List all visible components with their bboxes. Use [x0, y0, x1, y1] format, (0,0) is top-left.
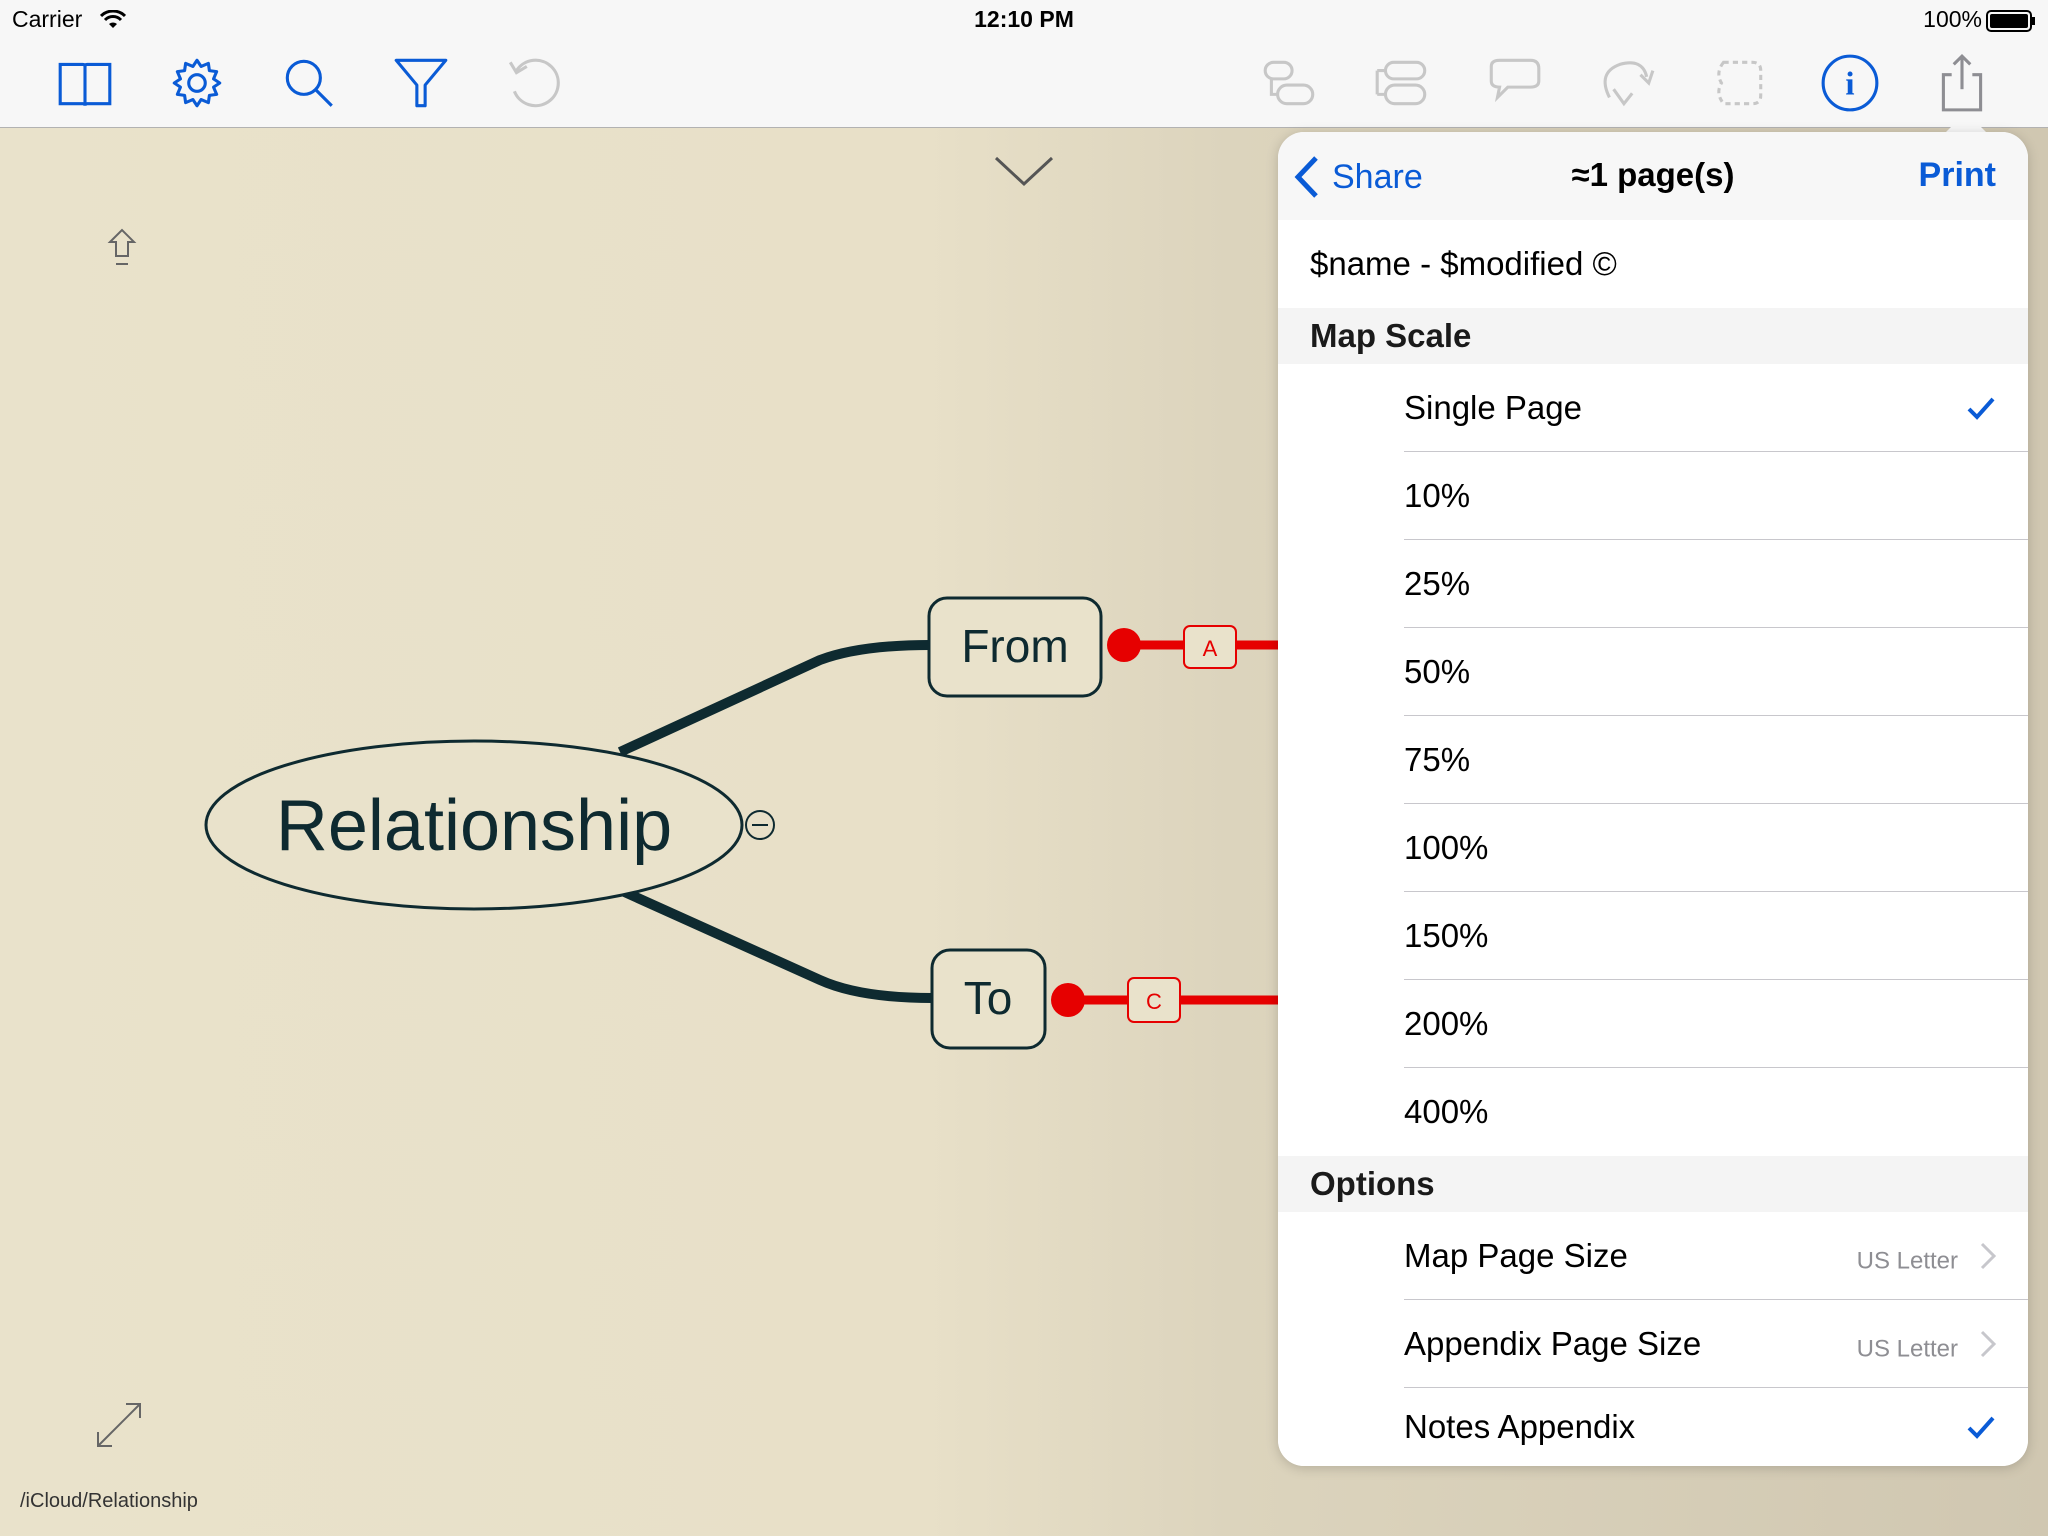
checkmark-icon	[1967, 1416, 1995, 1439]
popover-title: ≈1 page(s)	[1571, 156, 1735, 193]
branch-to	[617, 885, 933, 1003]
header-footer-text: $name - $modified ©	[1310, 245, 1617, 282]
map-page-size-row[interactable]: Map Page Size US Letter	[1278, 1212, 2028, 1300]
relationship-label-c: C	[1146, 989, 1162, 1014]
appendix-page-size-row[interactable]: Appendix Page Size US Letter	[1278, 1300, 2028, 1388]
scale-option-label: 25%	[1404, 565, 1471, 602]
appendix-page-size-label: Appendix Page Size	[1404, 1325, 1702, 1362]
battery-icon	[1986, 10, 2035, 32]
scale-option-label: 100%	[1404, 829, 1489, 866]
branch-from	[617, 640, 931, 757]
callout-icon[interactable]	[1479, 48, 1549, 118]
appendix-page-size-value: US Letter	[1856, 1335, 1958, 1363]
relationship-endpoint-to[interactable]	[1051, 983, 1085, 1017]
share-icon[interactable]	[1927, 48, 1997, 118]
scale-option-label: 50%	[1404, 653, 1471, 690]
chevron-right-icon	[1980, 1242, 1997, 1270]
clock: 12:10 PM	[974, 6, 1074, 32]
scale-option-100[interactable]: 100%	[1278, 804, 2028, 892]
book-icon[interactable]	[50, 48, 120, 118]
scale-option-200[interactable]: 200%	[1278, 980, 2028, 1068]
scale-option-single-page[interactable]: Single Page	[1278, 364, 2028, 452]
topic-from-label: From	[961, 620, 1068, 672]
info-icon[interactable]: i	[1815, 48, 1885, 118]
scale-option-50[interactable]: 50%	[1278, 628, 2028, 716]
scale-option-label: 10%	[1404, 477, 1471, 514]
filter-icon[interactable]	[386, 48, 456, 118]
map-page-size-label: Map Page Size	[1404, 1237, 1628, 1274]
map-scale-title: Map Scale	[1310, 317, 1472, 354]
checkmark-icon	[1967, 397, 1995, 420]
scale-option-label: Single Page	[1404, 389, 1582, 426]
relationship-icon[interactable]	[1591, 48, 1661, 118]
boundary-icon[interactable]	[1703, 48, 1773, 118]
svg-text:i: i	[1845, 66, 1854, 102]
print-button[interactable]: Print	[1919, 156, 1996, 195]
popover-arrow	[1944, 112, 1988, 134]
notes-appendix-label: Notes Appendix	[1404, 1408, 1636, 1445]
chevron-down-icon[interactable]	[994, 156, 1054, 187]
scale-option-label: 150%	[1404, 917, 1489, 954]
options-title: Options	[1310, 1165, 1435, 1202]
notes-appendix-row[interactable]: Notes Appendix	[1278, 1388, 2028, 1466]
scale-option-75[interactable]: 75%	[1278, 716, 2028, 804]
topic-to-label: To	[964, 972, 1013, 1024]
expand-icon[interactable]	[97, 1403, 141, 1447]
options-section-header: Options	[1278, 1156, 2028, 1212]
go-to-parent-icon[interactable]	[107, 228, 137, 265]
search-icon[interactable]	[274, 48, 344, 118]
scale-option-label: 200%	[1404, 1005, 1489, 1042]
map-page-size-value: US Letter	[1856, 1247, 1958, 1275]
scale-option-25[interactable]: 25%	[1278, 540, 2028, 628]
chevron-right-icon	[1980, 1330, 1997, 1358]
subtopic-icon[interactable]	[1367, 48, 1437, 118]
central-topic-label: Relationship	[276, 786, 672, 866]
relationship-endpoint-from[interactable]	[1107, 628, 1141, 662]
toolbar: i	[0, 40, 2048, 128]
battery-percent: 100%	[1923, 6, 1982, 32]
undo-icon[interactable]	[498, 48, 568, 118]
gear-icon[interactable]	[162, 48, 232, 118]
popover-header: Share ≈1 page(s) Print	[1278, 132, 2028, 221]
document-path: /iCloud/Relationship	[20, 1490, 198, 1512]
topic-icon[interactable]	[1255, 48, 1325, 118]
scale-option-label: 400%	[1404, 1093, 1489, 1130]
scale-option-10[interactable]: 10%	[1278, 452, 2028, 540]
map-scale-section-header: Map Scale	[1278, 308, 2028, 364]
scale-option-400[interactable]: 400%	[1278, 1068, 2028, 1156]
scale-option-150[interactable]: 150%	[1278, 892, 2028, 980]
status-bar: Carrier 12:10 PM 100%	[0, 0, 2048, 40]
relationship-label-a: A	[1203, 636, 1218, 661]
header-footer-field[interactable]: $name - $modified ©	[1278, 220, 2028, 308]
print-options-popover: Share ≈1 page(s) Print $name - $modified…	[1278, 132, 2028, 1466]
scale-option-label: 75%	[1404, 741, 1471, 778]
